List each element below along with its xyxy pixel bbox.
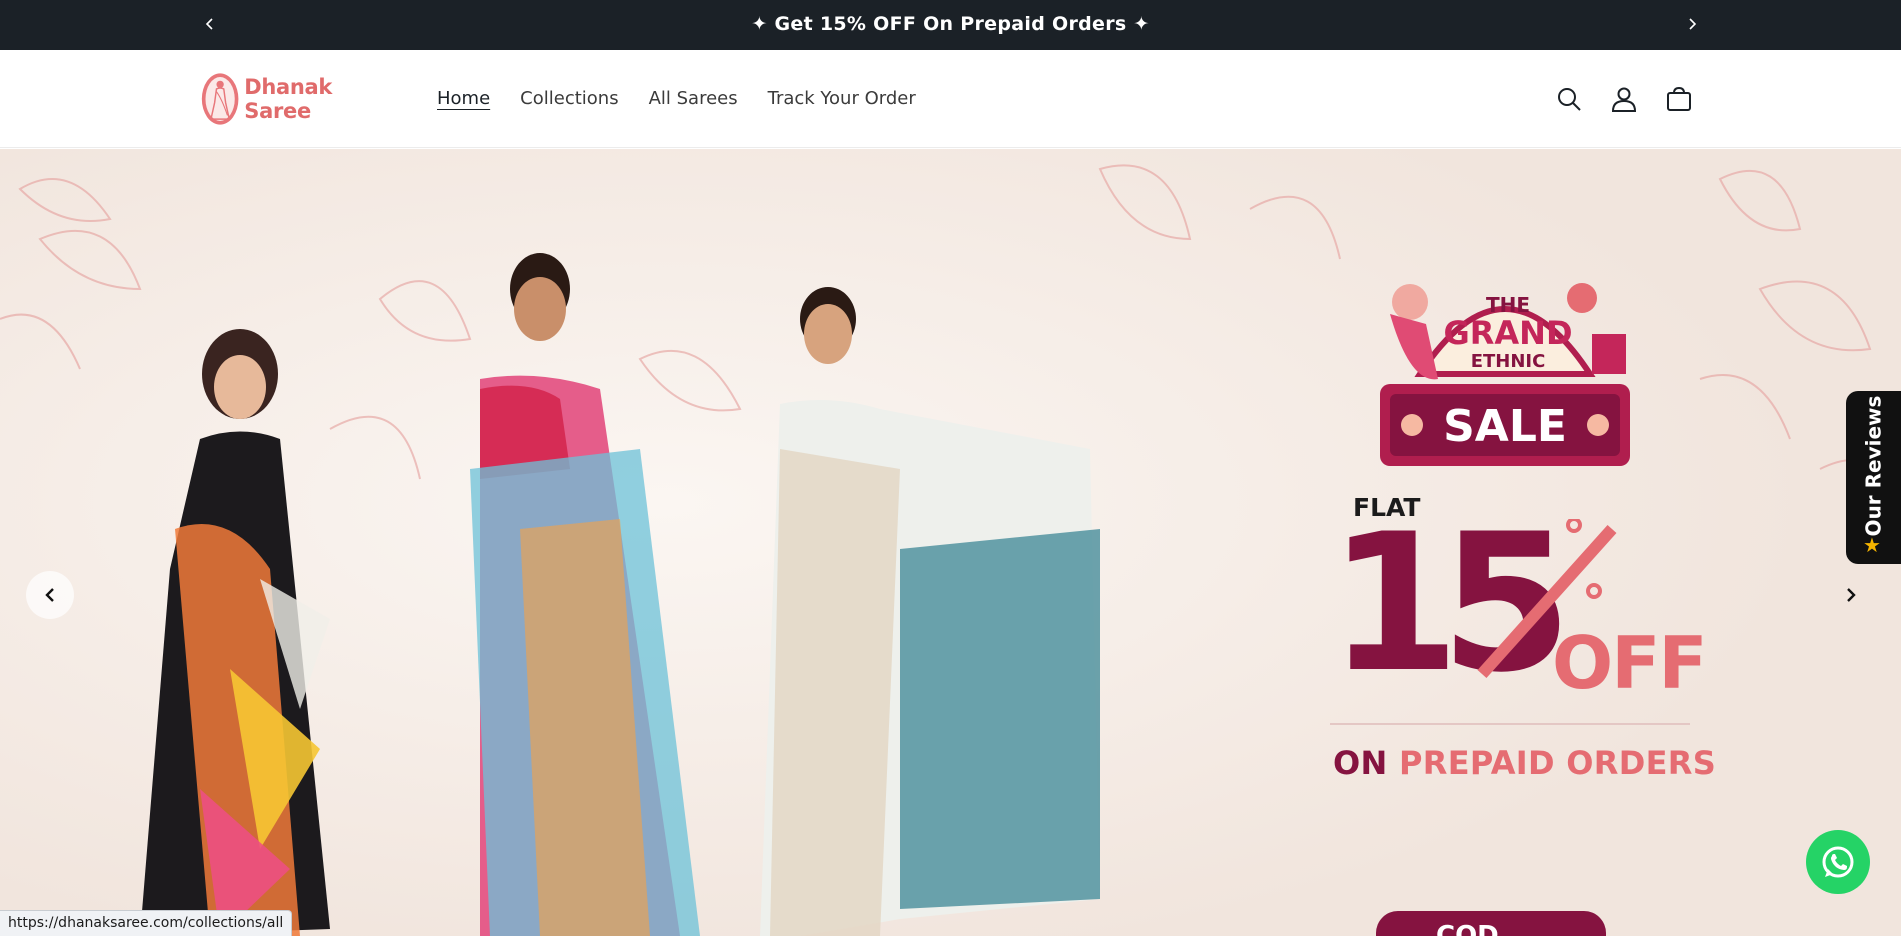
grand-ethnic-sale-badge: THE GRAND ETHNIC SALE: [1380, 283, 1630, 466]
site-header: Dhanak Saree Home Collections All Sarees…: [0, 50, 1901, 148]
badge-line-sale: SALE: [1443, 401, 1567, 452]
announcement-message: ✦ Get 15% OFF On Prepaid Orders ✦: [751, 13, 1150, 35]
announcement-bar: ✦ Get 15% OFF On Prepaid Orders ✦: [0, 0, 1901, 50]
main-nav: Home Collections All Sarees Track Your O…: [437, 88, 946, 109]
search-icon: [1558, 88, 1581, 111]
badge-line-grand: GRAND: [1443, 314, 1572, 352]
whatsapp-button[interactable]: [1806, 830, 1870, 894]
badge-line-ethnic: ETHNIC: [1471, 351, 1546, 372]
chevron-left-icon: [45, 588, 54, 602]
header-icons: [1550, 80, 1715, 118]
logo-woman-icon: [201, 73, 239, 125]
nav-collections[interactable]: Collections: [520, 88, 618, 109]
cod-available-badge: COD Available: [1376, 911, 1606, 936]
promo-off-label: OFF: [1552, 621, 1708, 705]
logo-text: Dhanak Saree: [244, 75, 333, 123]
nav-home[interactable]: Home: [437, 88, 490, 109]
chevron-right-icon: [1847, 588, 1856, 602]
account-button[interactable]: [1605, 80, 1643, 118]
announcement-next-button[interactable]: [1680, 12, 1704, 36]
hero-banner[interactable]: THE GRAND ETHNIC SALE FLAT 15 OFF ON PRE…: [0, 149, 1901, 936]
reviews-label: Our Reviews: [1861, 395, 1886, 537]
promo-divider: [1330, 723, 1690, 725]
nav-all-sarees[interactable]: All Sarees: [649, 88, 738, 109]
site-logo[interactable]: Dhanak Saree: [200, 68, 392, 130]
hero-prev-button[interactable]: [26, 571, 74, 619]
star-icon: ★: [1863, 533, 1881, 557]
whatsapp-icon: [1822, 846, 1854, 878]
chevron-right-icon: [1689, 18, 1697, 30]
promo-prepaid-line: ON PREPAID ORDERS: [1333, 744, 1716, 782]
reviews-label-wrap: Our Reviews: [1846, 391, 1901, 541]
promo-prepaid-text: PREPAID ORDERS: [1399, 744, 1717, 782]
search-button[interactable]: [1550, 80, 1588, 118]
our-reviews-tab[interactable]: Our Reviews ★: [1846, 391, 1901, 564]
hero-next-button[interactable]: [1827, 571, 1875, 619]
nav-track-order[interactable]: Track Your Order: [768, 88, 916, 109]
browser-status-url: https://dhanaksaree.com/collections/all: [0, 910, 293, 936]
cart-icon: [1667, 86, 1691, 111]
cart-button[interactable]: [1660, 80, 1698, 118]
account-icon: [1611, 87, 1637, 112]
promo-on-prefix: ON: [1333, 744, 1388, 782]
